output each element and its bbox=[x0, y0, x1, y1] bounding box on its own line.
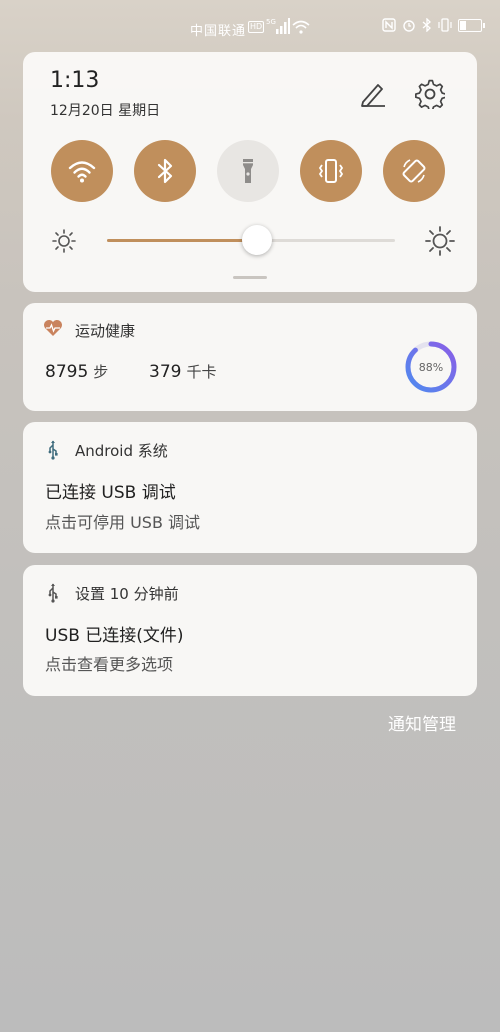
notification-title: USB 已连接(文件) bbox=[45, 626, 184, 646]
auto-rotate-icon bbox=[402, 159, 426, 183]
steps-value: 8795 bbox=[45, 362, 89, 382]
notification-body: 点击查看更多选项 bbox=[45, 655, 174, 674]
flashlight-toggle[interactable] bbox=[217, 140, 279, 202]
brightness-high-icon bbox=[425, 226, 455, 256]
kcal-unit: 千卡 bbox=[186, 363, 217, 381]
bluetooth-icon bbox=[157, 158, 173, 184]
bluetooth-toggle[interactable] bbox=[134, 140, 196, 202]
carrier-label: 中国联通 bbox=[190, 24, 247, 39]
brightness-fill bbox=[107, 239, 257, 242]
date-label: 12月20日 星期日 bbox=[50, 103, 161, 119]
clock: 1:13 bbox=[50, 68, 100, 93]
quick-toggles bbox=[51, 140, 445, 202]
health-app-name: 运动健康 bbox=[75, 322, 136, 340]
bluetooth-icon bbox=[422, 18, 431, 32]
brightness-row bbox=[51, 224, 455, 256]
quick-settings-panel: 1:13 12月20日 星期日 bbox=[23, 52, 477, 292]
heart-icon bbox=[44, 320, 62, 336]
usb-icon bbox=[48, 583, 58, 603]
notification-usb-connected[interactable]: 设置 10 分钟前 USB 已连接(文件) 点击查看更多选项 bbox=[23, 565, 477, 696]
wifi-status-icon bbox=[292, 20, 310, 34]
notification-usb-debugging[interactable]: Android 系统 已连接 USB 调试 点击可停用 USB 调试 bbox=[23, 422, 477, 553]
steps-count: 8795 步 bbox=[45, 361, 108, 382]
brightness-thumb[interactable] bbox=[241, 225, 272, 255]
health-card[interactable]: 运动健康 8795 步 379 千卡 88% bbox=[23, 303, 477, 411]
usb-icon bbox=[48, 440, 58, 460]
panel-drag-handle[interactable] bbox=[233, 276, 267, 279]
auto-rotate-toggle[interactable] bbox=[383, 140, 445, 202]
steps-unit: 步 bbox=[93, 363, 109, 381]
notification-source: 设置 10 分钟前 bbox=[75, 585, 179, 603]
battery-icon bbox=[458, 18, 485, 32]
notification-title: 已连接 USB 调试 bbox=[45, 483, 176, 503]
status-bar: 中国联通 HD 5G bbox=[0, 0, 500, 56]
notification-management-link[interactable]: 通知管理 bbox=[388, 710, 456, 735]
settings-gear-icon[interactable] bbox=[415, 79, 445, 109]
wifi-toggle[interactable] bbox=[51, 140, 113, 202]
flashlight-icon bbox=[243, 159, 253, 183]
vibrate-toggle[interactable] bbox=[300, 140, 362, 202]
edit-icon[interactable] bbox=[359, 80, 387, 108]
notification-source: Android 系统 bbox=[75, 442, 168, 460]
calories-count: 379 千卡 bbox=[149, 361, 216, 382]
brightness-low-icon bbox=[52, 229, 76, 253]
nfc-icon bbox=[382, 18, 396, 32]
signal-icon: 5G bbox=[266, 18, 290, 34]
kcal-value: 379 bbox=[149, 362, 182, 382]
progress-percent: 88% bbox=[418, 360, 444, 374]
vibrate-icon bbox=[438, 18, 452, 32]
notification-body: 点击可停用 USB 调试 bbox=[45, 513, 201, 532]
svg-text:5G: 5G bbox=[266, 18, 276, 26]
hd-badge: HD bbox=[248, 21, 265, 33]
wifi-icon bbox=[68, 161, 96, 183]
brightness-slider[interactable] bbox=[107, 225, 395, 255]
alarm-icon bbox=[403, 20, 415, 32]
vibrate-icon bbox=[318, 159, 344, 183]
